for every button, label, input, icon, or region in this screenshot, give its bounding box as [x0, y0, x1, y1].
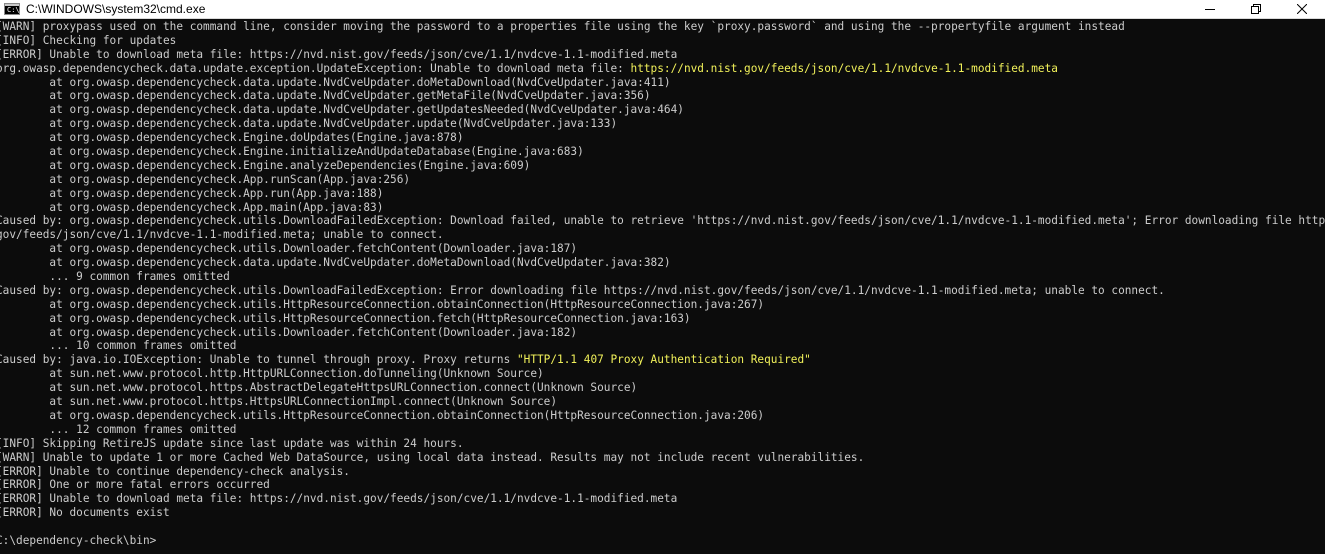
console-line: at org.owasp.dependencycheck.data.update…: [0, 256, 1325, 270]
console-text: at org.owasp.dependencycheck.Engine.anal…: [0, 158, 531, 172]
console-line: Caused by: org.owasp.dependencycheck.uti…: [0, 284, 1325, 298]
highlighted-text: https://nvd.nist.gov/feeds/json/cve/1.1/…: [630, 61, 1058, 75]
console-text: [ERROR] One or more fatal errors occurre…: [0, 478, 270, 492]
window-title: C:\WINDOWS\system32\cmd.exe: [26, 2, 206, 16]
console-line: Caused by: java.io.IOException: Unable t…: [0, 353, 1325, 367]
console-output[interactable]: [WARN] proxypass used on the command lin…: [0, 20, 1325, 554]
console-text: Caused by: org.owasp.dependencycheck.uti…: [0, 283, 1165, 297]
console-line: at sun.net.www.protocol.https.HttpsURLCo…: [0, 395, 1325, 409]
console-text: org.owasp.dependencycheck.data.update.ex…: [0, 61, 631, 75]
console-text: [ERROR] Unable to download meta file: ht…: [0, 492, 678, 506]
minimize-icon: [1205, 9, 1215, 10]
console-line: at org.owasp.dependencycheck.utils.HttpR…: [0, 312, 1325, 326]
console-line: [ERROR] Unable to continue dependency-ch…: [0, 465, 1325, 479]
console-text: [ERROR] Unable to continue dependency-ch…: [0, 464, 350, 478]
console-line: [INFO] Checking for updates: [0, 34, 1325, 48]
console-line: at org.owasp.dependencycheck.data.update…: [0, 89, 1325, 103]
console-text: at sun.net.www.protocol.https.HttpsURLCo…: [0, 395, 558, 409]
minimize-button[interactable]: [1187, 0, 1233, 19]
console-line: at org.owasp.dependencycheck.App.main(Ap…: [0, 201, 1325, 215]
console-line: at sun.net.www.protocol.https.AbstractDe…: [0, 381, 1325, 395]
console-line: org.owasp.dependencycheck.data.update.ex…: [0, 62, 1325, 76]
console-line: at org.owasp.dependencycheck.data.update…: [0, 76, 1325, 90]
console-line: at org.owasp.dependencycheck.App.run(App…: [0, 187, 1325, 201]
console-line: ... 12 common frames omitted: [0, 423, 1325, 437]
console-text: [ERROR] Unable to download meta file: ht…: [0, 47, 678, 61]
console-line: C:\dependency-check\bin>: [0, 534, 1325, 548]
console-text: at org.owasp.dependencycheck.Engine.doUp…: [0, 131, 464, 145]
console-line: [WARN] proxypass used on the command lin…: [0, 20, 1325, 34]
console-line: at org.owasp.dependencycheck.utils.Downl…: [0, 326, 1325, 340]
title-bar[interactable]: C:\ C:\WINDOWS\system32\cmd.exe: [0, 0, 1325, 19]
console-text: at sun.net.www.protocol.http.HttpURLConn…: [0, 367, 544, 381]
console-text: C:\dependency-check\bin>: [0, 533, 157, 547]
console-text: [WARN] proxypass used on the command lin…: [0, 20, 1125, 33]
maximize-button[interactable]: [1233, 0, 1279, 19]
console-text: ... 10 common frames omitted: [0, 339, 237, 353]
console-text: ... 9 common frames omitted: [0, 270, 230, 284]
console-text: [ERROR] No documents exist: [0, 506, 170, 520]
console-text: at org.owasp.dependencycheck.utils.HttpR…: [0, 297, 765, 311]
console-line: [INFO] Skipping RetireJS update since la…: [0, 437, 1325, 451]
console-line: Caused by: org.owasp.dependencycheck.uti…: [0, 214, 1325, 228]
console-line: [ERROR] No documents exist: [0, 506, 1325, 520]
console-text: at org.owasp.dependencycheck.data.update…: [0, 89, 651, 103]
console-line: at sun.net.www.protocol.http.HttpURLConn…: [0, 367, 1325, 381]
console-text: [INFO] Checking for updates: [0, 33, 177, 47]
console-line: at org.owasp.dependencycheck.data.update…: [0, 103, 1325, 117]
console-text: Caused by: java.io.IOException: Unable t…: [0, 353, 517, 367]
console-text: ... 12 common frames omitted: [0, 422, 237, 436]
console-text: at org.owasp.dependencycheck.utils.HttpR…: [0, 311, 691, 325]
cmd-icon: C:\: [4, 3, 20, 15]
console-line: [ERROR] Unable to download meta file: ht…: [0, 492, 1325, 506]
console-text: at org.owasp.dependencycheck.App.run(App…: [0, 186, 384, 200]
console-text: at org.owasp.dependencycheck.utils.HttpR…: [0, 408, 765, 422]
console-line: at org.owasp.dependencycheck.App.runScan…: [0, 173, 1325, 187]
console-line: gov/feeds/json/cve/1.1/nvdcve-1.1-modifi…: [0, 228, 1325, 242]
console-text: at org.owasp.dependencycheck.data.update…: [0, 256, 671, 270]
console-line: at org.owasp.dependencycheck.utils.HttpR…: [0, 298, 1325, 312]
console-text: at org.owasp.dependencycheck.App.main(Ap…: [0, 200, 384, 214]
console-line: at org.owasp.dependencycheck.data.update…: [0, 117, 1325, 131]
console-text: at org.owasp.dependencycheck.data.update…: [0, 103, 684, 117]
console-line: ... 9 common frames omitted: [0, 270, 1325, 284]
console-text: at org.owasp.dependencycheck.data.update…: [0, 117, 618, 131]
console-line: at org.owasp.dependencycheck.utils.HttpR…: [0, 409, 1325, 423]
console-text: [WARN] Unable to update 1 or more Cached…: [0, 450, 865, 464]
console-line: [WARN] Unable to update 1 or more Cached…: [0, 451, 1325, 465]
close-button[interactable]: [1279, 0, 1325, 19]
window-controls: [1187, 0, 1325, 19]
console-line: at org.owasp.dependencycheck.utils.Downl…: [0, 242, 1325, 256]
console-text: [INFO] Skipping RetireJS update since la…: [0, 436, 464, 450]
console-text: Caused by: org.owasp.dependencycheck.uti…: [0, 214, 1325, 228]
console-line: at org.owasp.dependencycheck.Engine.init…: [0, 145, 1325, 159]
console-text: at org.owasp.dependencycheck.utils.Downl…: [0, 242, 578, 256]
console-text: at org.owasp.dependencycheck.App.runScan…: [0, 172, 411, 186]
console-line: [ERROR] Unable to download meta file: ht…: [0, 48, 1325, 62]
close-icon: [1297, 4, 1307, 14]
console-text: at org.owasp.dependencycheck.Engine.init…: [0, 145, 584, 159]
maximize-icon: [1251, 4, 1261, 14]
highlighted-text: "HTTP/1.1 407 Proxy Authentication Requi…: [516, 353, 811, 367]
console-text: at org.owasp.dependencycheck.data.update…: [0, 75, 671, 89]
console-text: at sun.net.www.protocol.https.AbstractDe…: [0, 381, 638, 395]
console-text: gov/feeds/json/cve/1.1/nvdcve-1.1-modifi…: [0, 228, 444, 242]
console-text: at org.owasp.dependencycheck.utils.Downl…: [0, 325, 578, 339]
console-line: at org.owasp.dependencycheck.Engine.anal…: [0, 159, 1325, 173]
console-line: at org.owasp.dependencycheck.Engine.doUp…: [0, 131, 1325, 145]
console-line: ... 10 common frames omitted: [0, 339, 1325, 353]
console-line: [ERROR] One or more fatal errors occurre…: [0, 478, 1325, 492]
